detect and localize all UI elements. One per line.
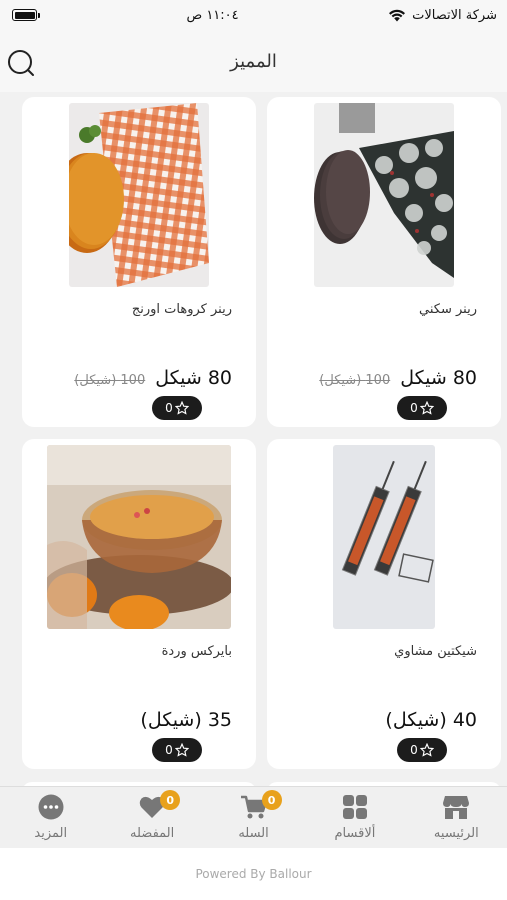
cart-badge: 0	[261, 790, 282, 810]
more-icon	[38, 794, 64, 820]
nav-label: المفضله	[130, 826, 175, 841]
grid-icon	[342, 795, 367, 819]
app-header: المميز	[0, 30, 507, 92]
nav-home[interactable]: الرئيسيه	[406, 794, 506, 841]
product-image	[314, 103, 454, 287]
product-grid: رينر سكني 80 شيكل 100 (شيكل) 0 رينر كروه…	[22, 97, 501, 769]
rating-count: 0	[165, 401, 173, 415]
page-title: المميز	[230, 50, 277, 72]
star-icon	[174, 743, 189, 757]
product-card[interactable]: رينر سكني 80 شيكل 100 (شيكل) 0	[267, 97, 501, 427]
star-icon	[419, 401, 434, 415]
search-icon	[8, 50, 34, 76]
product-image	[69, 103, 209, 287]
rating-button[interactable]: 0	[397, 396, 447, 420]
product-image	[47, 445, 231, 629]
rating-count: 0	[410, 743, 418, 757]
wifi-icon	[389, 9, 406, 21]
product-card[interactable]: بايركس وردة 35 (شيكل) 0	[22, 439, 256, 769]
bottom-nav: الرئيسيه ألاقسام 0 السله 0 المفضله المزي…	[0, 786, 507, 848]
status-time: ١١:٠٤ ص	[186, 7, 239, 23]
carrier-name: شركة الاتصالات	[412, 7, 497, 23]
search-button[interactable]	[6, 48, 36, 78]
powered-by-text: Powered By Ballour	[195, 867, 312, 881]
nav-categories[interactable]: ألاقسام	[305, 794, 405, 841]
product-name: رينر كروهات اورنج	[131, 302, 232, 317]
price-row: 40 (شيكل)	[385, 709, 477, 731]
rating-count: 0	[165, 743, 173, 757]
price-row: 80 شيكل 100 (شيكل)	[319, 367, 477, 389]
footer: Powered By Ballour	[0, 848, 507, 900]
product-name: رينر سكني	[419, 302, 477, 317]
nav-label: الرئيسيه	[433, 826, 479, 841]
product-price: 40 (شيكل)	[385, 709, 477, 731]
price-row: 35 (شيكل)	[140, 709, 232, 731]
product-price: 80 شيكل	[155, 367, 232, 389]
product-card[interactable]: رينر كروهات اورنج 80 شيكل 100 (شيكل) 0	[22, 97, 256, 427]
nav-more[interactable]: المزيد	[1, 794, 101, 841]
star-icon	[419, 743, 434, 757]
nav-label: السله	[238, 826, 269, 841]
rating-button[interactable]: 0	[397, 738, 447, 762]
nav-label: ألاقسام	[334, 826, 376, 841]
rating-button[interactable]: 0	[152, 396, 202, 420]
nav-cart[interactable]: 0 السله	[204, 790, 304, 841]
rating-count: 0	[410, 401, 418, 415]
product-image	[333, 445, 435, 629]
product-old-price: 100 (شيكل)	[74, 373, 146, 388]
product-old-price: 100 (شيكل)	[319, 373, 391, 388]
nav-label: المزيد	[34, 826, 68, 841]
battery-icon	[12, 9, 40, 21]
store-icon	[443, 796, 470, 819]
product-price: 35 (شيكل)	[140, 709, 232, 731]
product-name: شيكتين مشاوي	[394, 644, 477, 659]
product-name: بايركس وردة	[161, 644, 232, 659]
price-row: 80 شيكل 100 (شيكل)	[74, 367, 232, 389]
status-right: شركة الاتصالات	[388, 8, 497, 23]
product-card[interactable]: شيكتين مشاوي 40 (شيكل) 0	[267, 439, 501, 769]
rating-button[interactable]: 0	[152, 738, 202, 762]
nav-favorites[interactable]: 0 المفضله	[102, 790, 202, 841]
star-icon	[174, 401, 189, 415]
product-price: 80 شيكل	[400, 367, 477, 389]
status-bar: ١١:٠٤ ص شركة الاتصالات	[0, 0, 507, 30]
favorites-badge: 0	[160, 790, 181, 810]
